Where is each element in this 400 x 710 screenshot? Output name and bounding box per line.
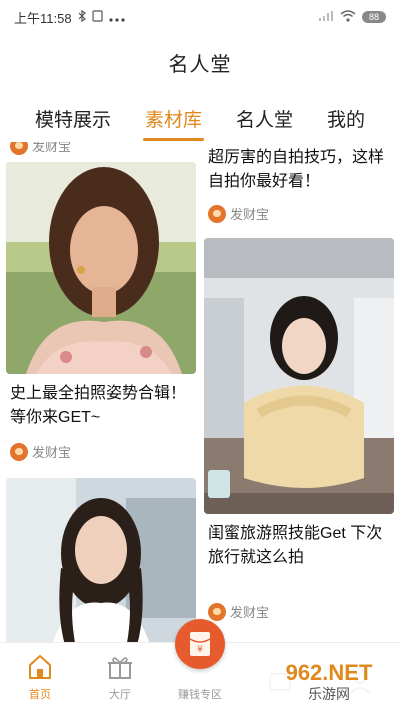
nav-hall-label: 大厅 <box>109 689 131 701</box>
sim-icon <box>91 9 103 25</box>
author-avatar-icon <box>208 204 226 223</box>
author-name: 发财宝 <box>32 445 72 460</box>
author-name: 发财宝 <box>230 605 270 620</box>
author-name: 发财宝 <box>32 142 72 154</box>
watermark-text: 962.NET <box>286 660 373 685</box>
card-photo <box>6 162 196 374</box>
author-name: 发财宝 <box>230 207 270 222</box>
signal-icon <box>318 10 334 25</box>
author-row: 发财宝 <box>208 204 269 223</box>
svg-text:¥: ¥ <box>197 645 203 655</box>
author-avatar-icon <box>10 142 28 155</box>
card-title: 闺蜜旅游照技能Get 下次旅行就这么拍 <box>208 525 383 566</box>
author-avatar-icon <box>10 442 28 461</box>
feed-card[interactable]: 闺蜜旅游照技能Get 下次旅行就这么拍 发财宝 <box>204 238 394 628</box>
feed-card[interactable] <box>6 478 196 642</box>
author-row: 发财宝 <box>10 142 71 155</box>
home-icon <box>29 655 51 679</box>
tab-mine[interactable]: 我的 <box>323 99 369 138</box>
nav-hall[interactable]: 大厅 <box>80 643 160 710</box>
nav-earn[interactable]: ¥ 赚钱专区 <box>160 619 240 710</box>
tab-bar: 模特展示 素材库 名人堂 我的 <box>0 96 400 141</box>
gift-icon <box>108 657 132 679</box>
nav-home[interactable]: 首页 <box>0 643 80 710</box>
red-envelope-icon: ¥ <box>175 619 225 669</box>
feed-card-partial[interactable]: 发财宝 <box>6 142 196 158</box>
nav-earn-label: 赚钱专区 <box>178 689 222 701</box>
card-photo <box>204 238 394 514</box>
header: 名人堂 <box>0 34 400 90</box>
wifi-icon <box>340 9 356 25</box>
status-bar: 上午11:58 88 <box>0 0 400 34</box>
card-photo <box>6 478 196 642</box>
feed-card[interactable]: 超厉害的自拍技巧，这样自拍你最好看！ 发财宝 <box>204 142 394 232</box>
nav-home-label: 首页 <box>29 689 51 701</box>
more-dots-icon <box>108 10 125 25</box>
card-title: 史上最全拍照姿势合辑！等你来GET~ <box>10 385 187 426</box>
tab-materials[interactable]: 素材库 <box>141 99 206 141</box>
tab-hall-of-fame[interactable]: 名人堂 <box>232 99 297 138</box>
feed-card[interactable]: 史上最全拍照姿势合辑！等你来GET~ 发财宝 <box>6 162 196 472</box>
tab-models[interactable]: 模特展示 <box>31 99 115 138</box>
battery-icon: 88 <box>362 11 386 23</box>
site-watermark: 962.NET 乐游网 <box>266 656 392 704</box>
card-title: 超厉害的自拍技巧，这样自拍你最好看！ <box>208 149 385 190</box>
author-row: 发财宝 <box>10 442 71 461</box>
bluetooth-icon <box>78 9 86 25</box>
watermark-sub: 乐游网 <box>308 687 350 703</box>
author-avatar-icon <box>208 602 226 621</box>
feed: 发财宝 史上最全拍照姿势合辑！等你来GET~ 发财宝 超厉害的自拍技巧，这样自拍… <box>0 142 400 642</box>
status-time: 上午11:58 <box>14 10 72 26</box>
page-title: 名人堂 <box>168 53 232 76</box>
author-row: 发财宝 <box>208 602 269 621</box>
